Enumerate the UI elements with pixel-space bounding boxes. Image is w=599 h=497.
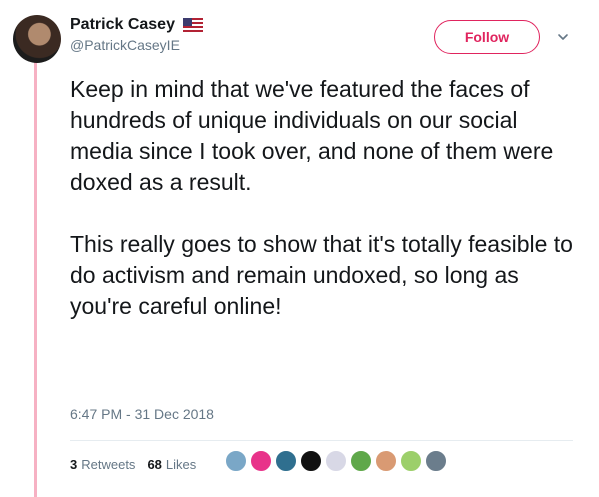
liker-avatar[interactable] <box>425 450 447 472</box>
us-flag-icon <box>182 18 203 32</box>
likes-stat[interactable]: 68 Likes <box>147 457 196 472</box>
liker-avatar[interactable] <box>250 450 272 472</box>
liker-avatar[interactable] <box>225 450 247 472</box>
handle[interactable]: @PatrickCaseyIE <box>70 37 203 53</box>
liker-avatar[interactable] <box>300 450 322 472</box>
thread-line <box>34 56 37 497</box>
author-block: Patrick Casey @PatrickCaseyIE <box>70 15 203 53</box>
tweet-stats: 3 Retweets 68 Likes <box>70 454 208 474</box>
follow-button[interactable]: Follow <box>434 20 540 54</box>
liker-avatar[interactable] <box>375 450 397 472</box>
liker-avatar[interactable] <box>400 450 422 472</box>
likes-count: 68 <box>147 456 162 472</box>
liker-avatar[interactable] <box>325 450 347 472</box>
retweets-count: 3 <box>70 456 78 472</box>
retweets-label: Retweets <box>81 456 136 472</box>
tweet-text: Keep in mind that we've featured the fac… <box>70 76 573 319</box>
liker-avatar[interactable] <box>275 450 297 472</box>
divider <box>70 440 573 441</box>
avatar[interactable] <box>13 15 61 63</box>
display-name[interactable]: Patrick Casey <box>70 15 175 35</box>
likes-label: Likes <box>165 456 197 472</box>
retweets-stat[interactable]: 3 Retweets <box>70 457 135 472</box>
liker-avatars <box>225 450 447 472</box>
liker-avatar[interactable] <box>350 450 372 472</box>
timestamp[interactable]: 6:47 PM - 31 Dec 2018 <box>70 406 214 422</box>
chevron-down-icon[interactable] <box>556 30 570 44</box>
